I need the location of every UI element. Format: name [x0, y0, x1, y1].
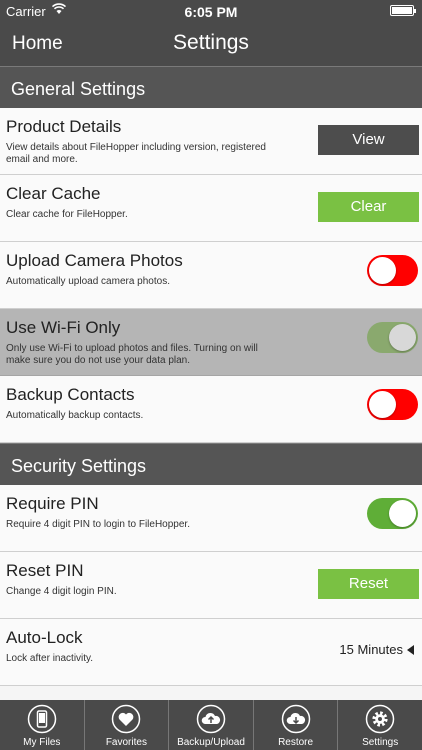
tab-label: Settings	[362, 737, 399, 748]
upload-camera-desc: Automatically upload camera photos.	[6, 276, 170, 287]
row-reset-pin: Reset PIN Change 4 digit login PIN. Rese…	[0, 552, 422, 619]
backup-contacts-title: Backup Contacts	[6, 385, 135, 404]
upload-camera-toggle[interactable]	[367, 255, 418, 286]
tab-label: Restore	[278, 737, 314, 748]
upload-camera-title: Upload Camera Photos	[6, 251, 183, 270]
reset-pin-desc: Change 4 digit login PIN.	[6, 586, 117, 597]
wifi-only-desc: Only use Wi-Fi to upload photos and file…	[6, 343, 258, 366]
status-bar: Carrier 6:05 PM	[0, 0, 422, 22]
require-pin-toggle[interactable]	[367, 498, 418, 529]
backup-contacts-desc: Automatically backup contacts.	[6, 410, 144, 421]
tab-label: Favorites	[105, 737, 147, 748]
phone-icon	[27, 704, 57, 734]
tab-settings[interactable]: Settings	[338, 700, 422, 750]
toggle-knob	[389, 500, 416, 527]
gear-icon	[365, 704, 395, 734]
toggle-knob	[389, 324, 416, 351]
row-require-pin: Require PIN Require 4 digit PIN to login…	[0, 485, 422, 552]
tab-my-files[interactable]: My Files	[0, 700, 85, 750]
clear-cache-title: Clear Cache	[6, 184, 101, 203]
tab-backup-upload[interactable]: Backup/Upload	[169, 700, 254, 750]
row-use-wifi-only: Use Wi-Fi Only Only use Wi-Fi to upload …	[0, 309, 422, 376]
clear-cache-desc: Clear cache for FileHopper.	[6, 209, 128, 220]
auto-lock-value-text: 15 Minutes	[339, 642, 403, 657]
require-pin-title: Require PIN	[6, 494, 99, 513]
auto-lock-desc: Lock after inactivity.	[6, 653, 94, 664]
row-auto-lock[interactable]: Auto-Lock Lock after inactivity. 15 Minu…	[0, 619, 422, 686]
product-details-desc: View details about FileHopper including …	[6, 142, 266, 165]
tab-bar: My Files Favorites Backup/Upload Restore…	[0, 700, 422, 750]
toggle-knob	[369, 257, 396, 284]
clock: 6:05 PM	[184, 4, 238, 20]
row-upload-camera-photos: Upload Camera Photos Automatically uploa…	[0, 242, 422, 309]
battery-icon	[390, 5, 416, 16]
section-header-security: Security Settings	[0, 443, 422, 485]
tab-restore[interactable]: Restore	[254, 700, 339, 750]
product-details-title: Product Details	[6, 117, 122, 136]
toggle-knob	[369, 391, 396, 418]
navigation-bar: Carrier 6:05 PM Home Settings	[0, 0, 422, 66]
view-button[interactable]: View	[318, 125, 419, 155]
section-header-general: General Settings	[0, 66, 422, 108]
row-product-details: Product Details View details about FileH…	[0, 108, 422, 175]
auto-lock-value[interactable]: 15 Minutes	[339, 642, 414, 657]
wifi-only-toggle[interactable]	[367, 322, 418, 353]
auto-lock-title: Auto-Lock	[6, 628, 83, 647]
tab-label: Backup/Upload	[177, 737, 245, 748]
clear-button[interactable]: Clear	[318, 192, 419, 222]
cloud-download-icon	[281, 704, 310, 734]
cloud-upload-icon	[196, 704, 226, 734]
require-pin-desc: Require 4 digit PIN to login to FileHopp…	[6, 519, 190, 530]
backup-contacts-toggle[interactable]	[367, 389, 418, 420]
reset-pin-title: Reset PIN	[6, 561, 84, 580]
heart-icon	[112, 704, 141, 734]
wifi-only-title: Use Wi-Fi Only	[6, 318, 121, 337]
reset-button[interactable]: Reset	[318, 569, 419, 599]
page-title: Settings	[173, 31, 249, 54]
row-backup-contacts: Backup Contacts Automatically backup con…	[0, 376, 422, 443]
row-clear-cache: Clear Cache Clear cache for FileHopper. …	[0, 175, 422, 242]
tab-favorites[interactable]: Favorites	[85, 700, 170, 750]
caret-left-icon	[407, 645, 414, 655]
tab-label: My Files	[23, 737, 61, 748]
